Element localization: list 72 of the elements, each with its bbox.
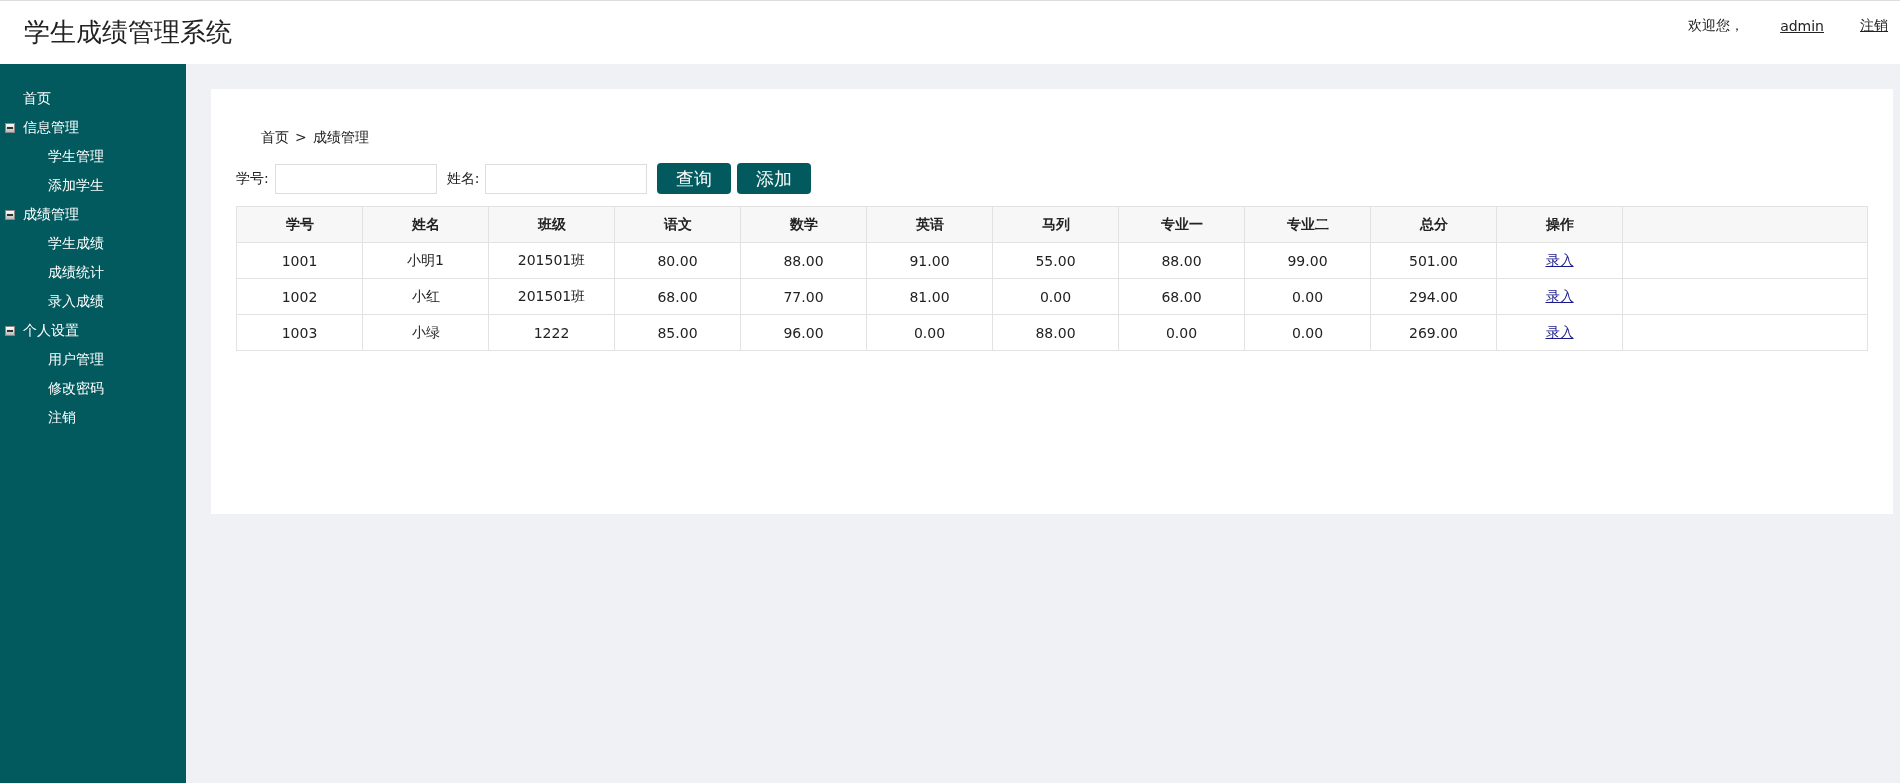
breadcrumb-link[interactable]: 首页 bbox=[261, 129, 289, 149]
table-cell: 0.00 bbox=[1039, 288, 1072, 305]
app-title: 学生成绩管理系统 bbox=[24, 16, 232, 49]
breadcrumb-separator: > bbox=[295, 129, 307, 147]
table-cell: 294.00 bbox=[1409, 288, 1458, 305]
table-cell: 96.00 bbox=[783, 324, 824, 341]
input-field[interactable] bbox=[274, 163, 437, 194]
table-cell: 81.00 bbox=[909, 288, 950, 305]
sidebar-group[interactable]: 个人设置 bbox=[23, 321, 79, 340]
column-header: 姓名 bbox=[362, 206, 489, 243]
sidebar-item[interactable]: 修改密码 bbox=[0, 374, 186, 403]
table-cell: 55.00 bbox=[1035, 252, 1076, 269]
table-cell: 99.00 bbox=[1287, 252, 1328, 269]
table-cell: 小红 bbox=[411, 287, 440, 304]
column-header: 班级 bbox=[488, 206, 615, 243]
table-cell: 85.00 bbox=[657, 324, 698, 341]
table-cell: 0.00 bbox=[1291, 288, 1324, 305]
table-cell: 269.00 bbox=[1409, 324, 1458, 341]
collapse-icon[interactable] bbox=[5, 325, 15, 336]
sidebar-item[interactable]: 首页 bbox=[0, 84, 186, 113]
column-header: 语文 bbox=[614, 206, 741, 243]
table-cell: 68.00 bbox=[657, 288, 698, 305]
table-cell: 88.00 bbox=[1161, 252, 1202, 269]
table-cell: 88.00 bbox=[1035, 324, 1076, 341]
column-header: 学号 bbox=[236, 206, 363, 243]
table-cell: 小明1 bbox=[407, 251, 444, 268]
action-button[interactable]: 添加 bbox=[737, 163, 812, 194]
table-cell: 1003 bbox=[281, 324, 318, 341]
table-cell: 1002 bbox=[281, 288, 318, 305]
collapse-icon[interactable] bbox=[5, 122, 15, 133]
logout-link[interactable]: 注销 bbox=[1860, 16, 1888, 35]
sidebar-item[interactable]: 学生管理 bbox=[0, 142, 186, 171]
sidebar-item[interactable]: 添加学生 bbox=[0, 171, 186, 200]
column-header: 总分 bbox=[1370, 206, 1497, 243]
sidebar-item[interactable]: 注销 bbox=[0, 403, 186, 432]
table-cell: 91.00 bbox=[909, 252, 950, 269]
table-cell: 小绿 bbox=[411, 323, 440, 340]
column-header: 马列 bbox=[992, 206, 1119, 243]
column-header: 操作 bbox=[1496, 206, 1623, 243]
table-cell: 201501班 bbox=[517, 251, 586, 268]
table-cell: 501.00 bbox=[1409, 252, 1458, 269]
sidebar-item[interactable]: 成绩统计 bbox=[0, 258, 186, 287]
column-header: 专业一 bbox=[1118, 206, 1245, 243]
input-field[interactable] bbox=[485, 163, 648, 194]
table-cell: 80.00 bbox=[657, 252, 698, 269]
sidebar-item[interactable]: 学生成绩 bbox=[0, 229, 186, 258]
table-cell: 1222 bbox=[533, 324, 570, 341]
sidebar-group[interactable]: 信息管理 bbox=[23, 118, 79, 137]
user-link[interactable]: admin bbox=[1780, 17, 1824, 34]
action-button[interactable]: 查询 bbox=[657, 163, 732, 194]
column-header: 专业二 bbox=[1244, 206, 1371, 243]
table-cell: 68.00 bbox=[1161, 288, 1202, 305]
column-header: 英语 bbox=[866, 206, 993, 243]
table-cell: 1001 bbox=[281, 252, 318, 269]
field-label: 姓名: bbox=[446, 169, 480, 188]
enter-link[interactable]: 录入 bbox=[1545, 287, 1574, 304]
welcome-text: 欢迎您， bbox=[1688, 16, 1745, 35]
collapse-icon[interactable] bbox=[5, 209, 15, 220]
table-cell: 88.00 bbox=[783, 252, 824, 269]
enter-link[interactable]: 录入 bbox=[1545, 323, 1574, 340]
column-header: 数学 bbox=[740, 206, 867, 243]
table-cell: 201501班 bbox=[517, 287, 586, 304]
table-cell: 0.00 bbox=[1291, 324, 1324, 341]
sidebar-item[interactable]: 用户管理 bbox=[0, 345, 186, 374]
breadcrumb-current: 成绩管理 bbox=[312, 129, 369, 147]
field-label: 学号: bbox=[236, 169, 269, 188]
sidebar-item[interactable]: 录入成绩 bbox=[0, 287, 186, 316]
table-cell: 0.00 bbox=[1165, 324, 1198, 341]
sidebar-group[interactable]: 成绩管理 bbox=[23, 205, 79, 224]
table-cell: 0.00 bbox=[913, 324, 946, 341]
enter-link[interactable]: 录入 bbox=[1545, 251, 1574, 268]
table-cell: 77.00 bbox=[783, 288, 824, 305]
